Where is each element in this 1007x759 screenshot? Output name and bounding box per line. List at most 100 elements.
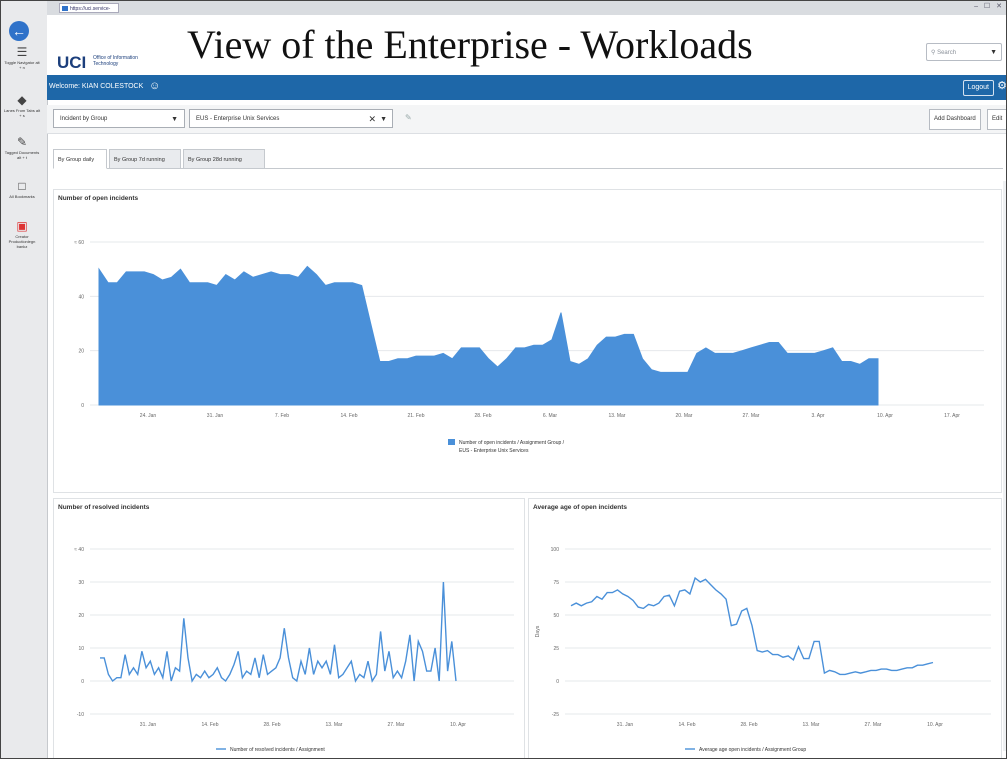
window-controls[interactable]: – ☐ ✕: [974, 2, 1004, 10]
group-select[interactable]: EUS - Enterprise Unix Services ✕ ▼: [189, 109, 393, 128]
y-tick-label: 10: [78, 646, 84, 652]
series-line: [100, 581, 457, 683]
y-tick-label: 100: [551, 547, 560, 553]
x-tick-label: 13. Mar: [326, 722, 343, 728]
y-tick-label: ≈ 40: [74, 547, 84, 553]
search-placeholder: Search: [937, 50, 957, 56]
creator-icon: ▣: [16, 219, 28, 233]
y-tick-label: 0: [81, 679, 84, 685]
x-tick-label: 31. Jan: [207, 413, 224, 419]
x-tick-label: 27. Mar: [865, 722, 882, 728]
x-tick-label: 10. Apr: [927, 722, 943, 728]
x-tick-label: 31. Jan: [140, 722, 157, 728]
search-icon: ⚲: [931, 50, 936, 56]
rail-item-label: Tagged Documents alt + t: [4, 150, 40, 160]
add-dashboard-button[interactable]: Add Dashboard: [929, 109, 981, 130]
x-tick-label: 13. Mar: [609, 413, 626, 419]
tab-group-daily[interactable]: By Group daily: [53, 149, 107, 169]
x-tick-label: 6. Mar: [543, 413, 558, 419]
tag-icon: ✎: [16, 135, 28, 149]
y-tick-label: 30: [78, 580, 84, 586]
x-tick-label: 20. Mar: [676, 413, 693, 419]
y-tick-label: 0: [81, 403, 84, 409]
average-age-chart: -25 0 25 50 75 100 Days 31. Jan 14. Feb 28. Feb 13…: [535, 547, 991, 753]
rail-item-creator[interactable]: ▣ Creator Productionlegn bankz: [3, 219, 41, 249]
x-tick-label: 14. Feb: [341, 413, 358, 419]
y-tick-label: -25: [552, 712, 559, 718]
search-input[interactable]: ⚲ Search ▼: [926, 43, 1002, 61]
tab-group-28d[interactable]: By Group 28d running: [183, 149, 265, 169]
uci-logo: UCI: [57, 53, 87, 72]
back-arrow-icon[interactable]: ←: [9, 21, 29, 41]
chevron-down-icon[interactable]: ▼: [990, 44, 997, 62]
average-age-panel: Average age of open incidents -25 0 25 50 75…: [528, 498, 1002, 758]
y-tick-label: -10: [77, 712, 84, 718]
legend-label: Number of open incidents / Assignment Gr…: [459, 440, 565, 446]
resolved-incidents-panel: Number of resolved incidents -10 0 10 20 30 ≈…: [53, 498, 525, 758]
legend-label: EUS - Enterprise Unix Services: [459, 448, 529, 454]
rail-item-label: Lanes From Tabs alt + s: [3, 108, 41, 118]
y-tick-label: 50: [553, 613, 559, 619]
y-tick-label: 20: [78, 613, 84, 619]
tab-group-7d[interactable]: By Group 7d running: [109, 149, 181, 169]
edit-filter-icon[interactable]: ✎: [405, 113, 412, 122]
open-incidents-panel: Number of open incidents 0 20 40 ≈ 60 24. Ja…: [53, 189, 1002, 493]
rail-item-lanes[interactable]: ◆ Lanes From Tabs alt + s: [3, 93, 41, 118]
x-tick-label: 10. Apr: [877, 413, 893, 419]
top-bar: Welcome: KIAN COLESTOCK ☺ Logout ⚙: [47, 75, 1006, 100]
y-tick-label: 20: [78, 349, 84, 355]
rail-item-navigator[interactable]: ☰ Toggle Navigator alt + n: [3, 45, 41, 70]
x-tick-label: 7. Feb: [275, 413, 289, 419]
x-tick-label: 31. Jan: [617, 722, 634, 728]
rail-item-label: Creator Productionlegn bankz: [8, 234, 36, 249]
x-tick-label: 24. Jan: [140, 413, 157, 419]
x-tick-label: 27. Mar: [743, 413, 760, 419]
chevron-down-icon: ▼: [380, 116, 387, 123]
edit-button[interactable]: Edit: [987, 109, 1006, 130]
rail-item-label: Toggle Navigator alt + n: [4, 60, 40, 70]
x-tick-label: 14. Feb: [679, 722, 696, 728]
navigator-icon: ☰: [16, 45, 28, 59]
x-tick-label: 13. Mar: [803, 722, 820, 728]
y-axis-title: Days: [535, 625, 541, 637]
x-tick-label: 28. Feb: [475, 413, 492, 419]
rail-item-label: All Bookmarks: [9, 194, 35, 199]
resolved-incidents-chart: -10 0 10 20 30 ≈ 40 31. Jan 14. Feb 28. Feb 13. M…: [74, 547, 514, 753]
bookmark-icon: □: [18, 179, 26, 193]
legend-label: Number of resolved incidents / Assignmen…: [230, 747, 325, 753]
browser-tab-strip: https://uci.service-now – ☐ ✕: [47, 1, 1006, 22]
series-line: [570, 576, 934, 676]
browser-tab[interactable]: https://uci.service-now: [59, 3, 119, 22]
chevron-down-icon: ▼: [171, 116, 178, 123]
x-tick-label: 27. Mar: [388, 722, 405, 728]
user-icon[interactable]: ☺: [149, 80, 160, 92]
open-incidents-chart: 0 20 40 ≈ 60 24. Jan 31. Jan 7. Feb 14. Feb 21. …: [74, 240, 984, 454]
page-scrollbar[interactable]: [1003, 181, 1006, 751]
favicon-icon: [62, 6, 68, 11]
report-type-value: Incident by Group: [60, 116, 108, 122]
lanes-icon: ◆: [17, 93, 27, 107]
x-tick-label: 3. Apr: [811, 413, 824, 419]
gear-icon[interactable]: ⚙: [997, 79, 1006, 92]
page-header: UCI Office of Information Technology Vie…: [47, 15, 1006, 75]
y-tick-label: 75: [553, 580, 559, 586]
filter-row: Incident by Group ▼ EUS - Enterprise Uni…: [47, 105, 1006, 134]
y-tick-label: 25: [553, 646, 559, 652]
logout-button[interactable]: Logout: [962, 80, 994, 96]
x-tick-label: 10. Apr: [450, 722, 466, 728]
x-tick-label: 28. Feb: [741, 722, 758, 728]
legend-swatch: [448, 439, 455, 445]
y-tick-label: ≈ 60: [74, 240, 84, 246]
x-tick-label: 14. Feb: [202, 722, 219, 728]
rail-item-bookmarks[interactable]: □ All Bookmarks: [3, 179, 41, 199]
clear-icon[interactable]: ✕: [368, 110, 376, 129]
logo-subtitle: Office of Information Technology: [93, 55, 138, 67]
rail-item-tagged[interactable]: ✎ Tagged Documents alt + t: [3, 135, 41, 160]
slide-title: View of the Enterprise - Workloads: [187, 22, 753, 67]
y-tick-label: 0: [556, 679, 559, 685]
series-area: [98, 265, 879, 406]
x-tick-label: 21. Feb: [408, 413, 425, 419]
x-tick-label: 17. Apr: [944, 413, 960, 419]
report-type-select[interactable]: Incident by Group ▼: [53, 109, 185, 128]
x-tick-label: 28. Feb: [264, 722, 281, 728]
